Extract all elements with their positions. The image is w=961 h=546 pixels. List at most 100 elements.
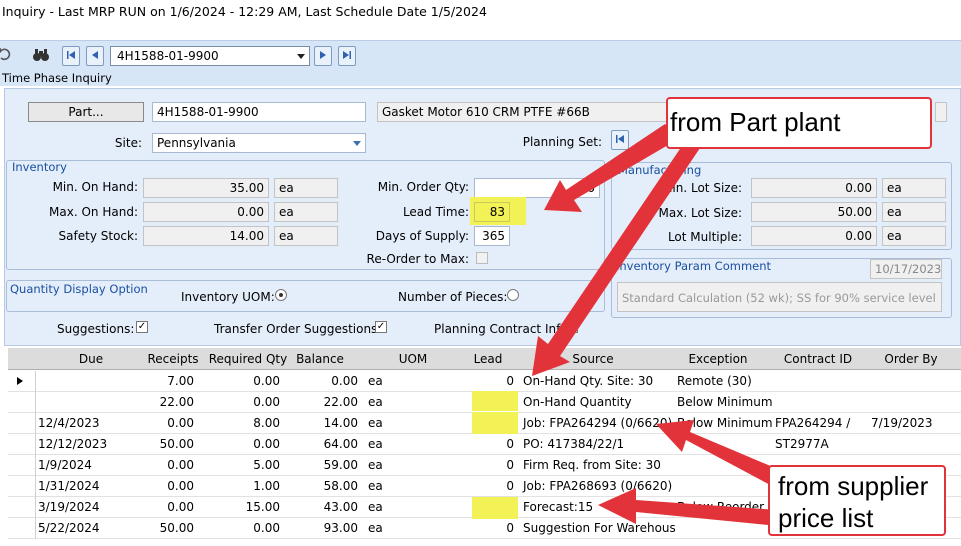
row-selector[interactable] bbox=[8, 434, 36, 455]
max-on-hand-field: 0.00 bbox=[143, 202, 269, 222]
cell-source: Firm Req. from Site: 30 bbox=[523, 458, 661, 472]
next-record-icon[interactable] bbox=[314, 46, 332, 66]
binoculars-icon[interactable] bbox=[32, 46, 52, 66]
cell-lead: 0 bbox=[506, 437, 514, 451]
column-lead[interactable]: Lead bbox=[448, 352, 528, 366]
section-label: Time Phase Inquiry bbox=[0, 70, 961, 86]
column-balance[interactable]: Balance bbox=[270, 352, 370, 366]
chevron-down-icon[interactable] bbox=[297, 54, 305, 59]
part-combo-value: 4H1588-01-9900 bbox=[117, 49, 219, 63]
table-row[interactable]: 7.00 0.00 0.00 ea 0 On-Hand Qty. Site: 30 Remo… bbox=[8, 371, 961, 392]
suggestions-checkbox[interactable]: ✓ bbox=[136, 321, 148, 333]
column-order-by[interactable]: Order By bbox=[861, 352, 961, 366]
toolbar: 4H1588-01-9900 bbox=[0, 40, 961, 70]
cell-balance: 59.00 bbox=[323, 458, 358, 472]
column-exception[interactable]: Exception bbox=[668, 352, 768, 366]
cell-uom: ea bbox=[368, 521, 383, 535]
param-comment-date: 10/17/2023 bbox=[870, 259, 942, 279]
row-selector[interactable] bbox=[8, 497, 36, 518]
inventory-title: Inventory bbox=[12, 160, 67, 174]
cell-required: 15.00 bbox=[245, 500, 280, 514]
cell-receipts: 50.00 bbox=[159, 437, 194, 451]
min-order-qty-label: Min. Order Qty: bbox=[377, 180, 469, 194]
cell-balance: 58.00 bbox=[323, 479, 358, 493]
cell-due: 1/9/2024 bbox=[38, 458, 92, 472]
cell-receipts: 0.00 bbox=[167, 500, 194, 514]
callout-line-2: price list bbox=[778, 503, 874, 533]
number-of-pieces-radio[interactable] bbox=[507, 289, 519, 301]
row-selector[interactable] bbox=[8, 518, 36, 539]
cell-exception: Below Minimum bbox=[677, 416, 773, 430]
cell-exception: Below Minimum bbox=[677, 395, 773, 409]
cell-required: 0.00 bbox=[253, 395, 280, 409]
site-select[interactable]: Pennsylvania bbox=[152, 133, 366, 153]
reorder-to-max-checkbox[interactable] bbox=[476, 252, 488, 264]
lead-highlight bbox=[472, 391, 518, 411]
row-selector[interactable] bbox=[8, 392, 36, 413]
transfer-order-label: Transfer Order Suggestions: bbox=[214, 322, 382, 336]
cell-required: 5.00 bbox=[253, 458, 280, 472]
part-extra-field bbox=[935, 102, 947, 122]
previous-record-icon[interactable] bbox=[86, 46, 104, 66]
min-on-hand-label: Min. On Hand: bbox=[52, 180, 138, 194]
table-row[interactable]: 12/12/2023 50.00 0.00 64.00 ea 0 PO: 417384/22… bbox=[8, 434, 961, 455]
min-lot-size-field: 0.00 bbox=[751, 178, 877, 198]
site-label: Site: bbox=[114, 136, 142, 150]
cell-required: 0.00 bbox=[253, 521, 280, 535]
column-contract-id[interactable]: Contract ID bbox=[768, 352, 868, 366]
row-selector[interactable] bbox=[8, 371, 36, 392]
cell-source: Job: FPA268693 (0/6620) bbox=[523, 479, 673, 493]
reorder-to-max-label: Re-Order to Max: bbox=[366, 252, 469, 266]
min-lot-size-uom: ea bbox=[882, 178, 946, 198]
max-on-hand-uom: ea bbox=[274, 202, 338, 222]
row-selector[interactable] bbox=[8, 476, 36, 497]
planning-set-first-icon[interactable] bbox=[611, 130, 629, 150]
min-lot-size-label: Min. Lot Size: bbox=[662, 181, 742, 195]
cell-receipts: 0.00 bbox=[167, 416, 194, 430]
cell-due: 1/31/2024 bbox=[38, 479, 100, 493]
quantity-display-title: Quantity Display Option bbox=[10, 282, 148, 296]
cell-required: 8.00 bbox=[253, 416, 280, 430]
column-source[interactable]: Source bbox=[523, 352, 663, 366]
part-combo[interactable]: 4H1588-01-9900 bbox=[110, 46, 310, 66]
max-on-hand-label: Max. On Hand: bbox=[49, 205, 138, 219]
cell-receipts: 50.00 bbox=[159, 521, 194, 535]
min-order-qty-field[interactable]: 00 bbox=[474, 178, 600, 198]
planning-contract-checkbox[interactable] bbox=[566, 321, 578, 333]
param-comment-title: Inventory Param Comment bbox=[616, 259, 772, 273]
number-of-pieces-label: Number of Pieces: bbox=[398, 290, 508, 304]
days-of-supply-field[interactable]: 365 bbox=[474, 226, 510, 246]
cell-receipts: 0.00 bbox=[167, 479, 194, 493]
cell-balance: 22.00 bbox=[323, 395, 358, 409]
cell-receipts: 0.00 bbox=[167, 458, 194, 472]
last-record-icon[interactable] bbox=[338, 46, 356, 66]
undo-icon[interactable] bbox=[0, 46, 16, 66]
cell-due: 12/4/2023 bbox=[38, 416, 100, 430]
cell-order-by: 7/19/2023 bbox=[871, 416, 933, 430]
lead-time-field[interactable]: 83 bbox=[474, 202, 510, 222]
part-number-field[interactable]: 4H1588-01-9900 bbox=[152, 102, 366, 122]
min-on-hand-field: 35.00 bbox=[143, 178, 269, 198]
row-selector[interactable] bbox=[8, 455, 36, 476]
cell-uom: ea bbox=[368, 500, 383, 514]
chevron-down-icon[interactable] bbox=[353, 141, 361, 146]
cell-receipts: 7.00 bbox=[167, 374, 194, 388]
part-description-field: Gasket Motor 610 CRM PTFE #66B bbox=[377, 102, 667, 122]
cell-source: Suggestion For Warehous bbox=[523, 521, 676, 535]
cell-required: 0.00 bbox=[253, 437, 280, 451]
row-selector[interactable] bbox=[8, 413, 36, 434]
lead-time-label: Lead Time: bbox=[402, 205, 469, 219]
first-record-icon[interactable] bbox=[62, 46, 80, 66]
days-of-supply-label: Days of Supply: bbox=[375, 229, 469, 243]
part-button[interactable]: Part... bbox=[28, 102, 144, 122]
cell-balance: 14.00 bbox=[323, 416, 358, 430]
cell-lead: 0 bbox=[506, 479, 514, 493]
cell-source: On-Hand Quantity bbox=[523, 395, 632, 409]
inventory-uom-radio[interactable] bbox=[275, 289, 287, 301]
cell-uom: ea bbox=[368, 437, 383, 451]
cell-uom: ea bbox=[368, 458, 383, 472]
callout-from-supplier: from supplier price list bbox=[768, 465, 946, 536]
lead-highlight bbox=[472, 412, 518, 434]
transfer-order-checkbox[interactable]: ✓ bbox=[375, 321, 387, 333]
param-comment-text: Standard Calculation (52 wk); SS for 90%… bbox=[617, 282, 942, 312]
